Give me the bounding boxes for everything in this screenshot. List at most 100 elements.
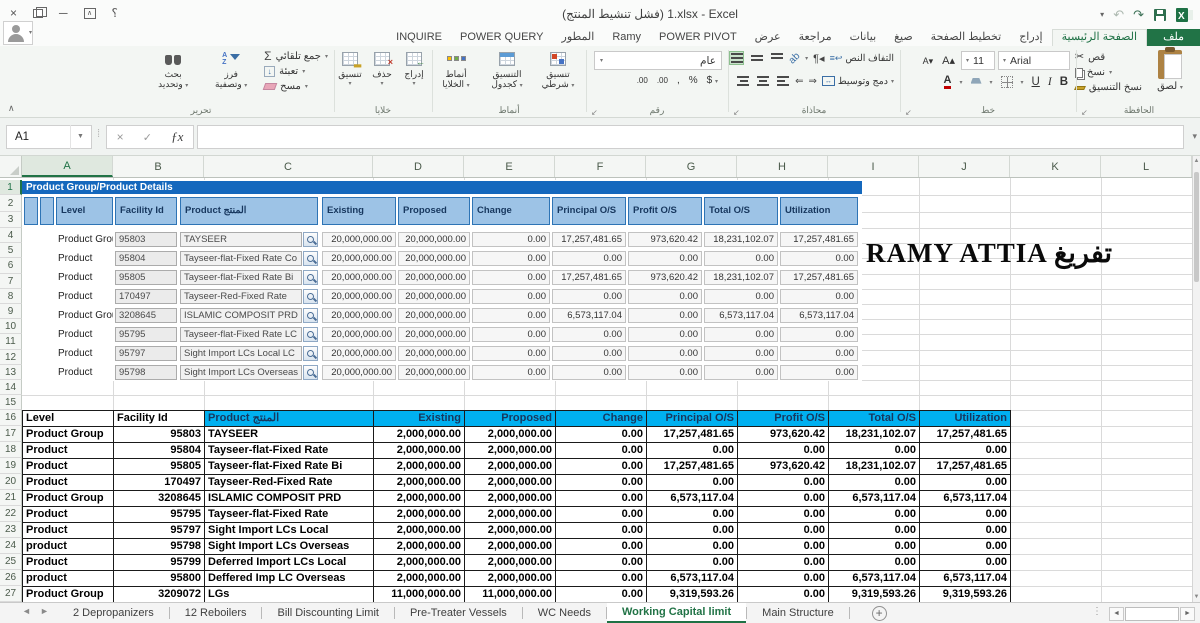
existing-field[interactable]: 20,000,000.00 — [322, 232, 396, 247]
text-direction-icon[interactable]: ¶◂ — [813, 52, 824, 65]
product-field[interactable]: Tayseer-flat-Fixed Rate LC — [180, 327, 302, 342]
ribbon-tab-power-query[interactable]: POWER QUERY — [451, 29, 553, 46]
row-header-5[interactable]: 5 — [0, 243, 22, 258]
ribbon-display-options-icon[interactable]: ∧ — [83, 7, 96, 19]
formula-bar-drag-handle[interactable]: ⁞ — [97, 128, 100, 140]
sheet-tab-bill-discounting-limit[interactable]: Bill Discounting Limit — [262, 603, 393, 623]
italic-button[interactable]: I — [1048, 76, 1052, 88]
table-cell[interactable]: 9,319,593.26 — [829, 587, 920, 602]
table-cell[interactable]: Product — [23, 523, 114, 539]
change-field[interactable]: 0.00 — [472, 289, 550, 304]
horizontal-scrollbar[interactable]: ◄ ► — [1109, 606, 1195, 621]
table-cell[interactable]: Product — [23, 443, 114, 459]
ribbon-tab-formulas[interactable]: صيغ — [885, 29, 922, 46]
bold-button[interactable]: B — [1060, 76, 1068, 88]
table-cell[interactable]: 2,000,000.00 — [465, 475, 556, 491]
scroll-up-icon[interactable]: ▲ — [1193, 158, 1200, 164]
column-header-H[interactable]: H — [737, 156, 828, 177]
column-header-G[interactable]: G — [646, 156, 737, 177]
table-cell[interactable]: 0.00 — [647, 523, 738, 539]
table-cell[interactable]: 2,000,000.00 — [374, 475, 465, 491]
name-box-dropdown-icon[interactable]: ▼ — [70, 125, 90, 149]
fill-button[interactable]: ↓ تعبئة ▾ — [264, 66, 305, 77]
product-field[interactable]: Tayseer-flat-Fixed Rate Bi — [180, 270, 302, 285]
column-header-J[interactable]: J — [919, 156, 1010, 177]
increase-decimal-icon[interactable]: .00 — [637, 76, 648, 85]
redo-icon[interactable]: ↷ — [1133, 7, 1144, 23]
total-os-field[interactable]: 0.00 — [704, 251, 778, 266]
underline-button[interactable]: U — [1032, 76, 1040, 88]
table-cell[interactable]: 0.00 — [556, 587, 647, 602]
existing-field[interactable]: 20,000,000.00 — [322, 308, 396, 323]
existing-field[interactable]: 20,000,000.00 — [322, 327, 396, 342]
proposed-field[interactable]: 20,000,000.00 — [398, 365, 470, 380]
ribbon-tab-ramy[interactable]: Ramy — [603, 29, 650, 46]
align-center-icon[interactable] — [755, 74, 770, 88]
principal-os-field[interactable]: 17,257,481.65 — [552, 232, 626, 247]
existing-field[interactable]: 20,000,000.00 — [322, 365, 396, 380]
table-cell[interactable]: product — [23, 571, 114, 587]
total-os-field[interactable]: 0.00 — [704, 346, 778, 361]
table-cell[interactable]: 0.00 — [920, 555, 1011, 571]
row-header-7[interactable]: 7 — [0, 274, 22, 289]
table-cell[interactable]: 2,000,000.00 — [374, 539, 465, 555]
align-right-icon[interactable] — [735, 74, 750, 88]
product-search-button[interactable] — [303, 289, 318, 304]
table-cell[interactable]: 6,573,117.04 — [920, 571, 1011, 587]
row-header-11[interactable]: 11 — [0, 334, 22, 350]
profit-os-field[interactable]: 0.00 — [628, 289, 702, 304]
table-cell[interactable]: Product — [23, 475, 114, 491]
row-header-1[interactable]: 1 — [0, 180, 22, 195]
column-header-C[interactable]: C — [204, 156, 373, 177]
profit-os-field[interactable]: 973,620.42 — [628, 270, 702, 285]
table-header-5[interactable]: Change — [556, 411, 647, 427]
table-cell[interactable]: 170497 — [114, 475, 205, 491]
align-top-icon[interactable] — [769, 51, 784, 65]
table-cell[interactable]: 11,000,000.00 — [374, 587, 465, 602]
number-format-select[interactable]: ▾ عام — [594, 51, 722, 70]
facility-id-field[interactable]: 95805 — [115, 270, 177, 285]
table-cell[interactable]: 0.00 — [556, 491, 647, 507]
previous-sheet-icon[interactable]: ◄ — [22, 606, 31, 616]
total-os-field[interactable]: 18,231,102.07 — [704, 270, 778, 285]
change-field[interactable]: 0.00 — [472, 346, 550, 361]
ribbon-tab-developer[interactable]: المطور — [553, 29, 604, 46]
align-left-icon[interactable] — [775, 74, 790, 88]
row-header-22[interactable]: 22 — [0, 506, 22, 522]
scroll-left-icon[interactable]: ◄ — [1109, 606, 1124, 621]
profit-os-field[interactable]: 0.00 — [628, 251, 702, 266]
table-cell[interactable]: 95804 — [114, 443, 205, 459]
save-icon[interactable] — [1153, 8, 1167, 22]
decrease-decimal-icon[interactable]: .00 — [657, 76, 668, 85]
table-cell[interactable]: 6,573,117.04 — [829, 491, 920, 507]
utilization-field[interactable]: 0.00 — [780, 346, 858, 361]
row-header-2[interactable]: 2 — [0, 195, 22, 212]
table-cell[interactable]: Product Group — [23, 427, 114, 443]
table-cell[interactable]: 0.00 — [738, 587, 829, 602]
table-cell[interactable]: 2,000,000.00 — [374, 491, 465, 507]
ribbon-tab-review[interactable]: مراجعة — [790, 29, 841, 46]
column-header-K[interactable]: K — [1010, 156, 1101, 177]
font-name-select[interactable]: ▾ Arial — [998, 51, 1070, 70]
table-cell[interactable]: 973,620.42 — [738, 427, 829, 443]
tab-bar-resize-handle[interactable]: ⋮ — [1092, 606, 1102, 617]
product-field[interactable]: Sight Import LCs Overseas — [180, 365, 302, 380]
table-header-6[interactable]: Principal O/S — [647, 411, 738, 427]
table-cell[interactable]: 2,000,000.00 — [465, 427, 556, 443]
table-cell[interactable]: 0.00 — [920, 539, 1011, 555]
product-search-button[interactable] — [303, 270, 318, 285]
utilization-field[interactable]: 0.00 — [780, 365, 858, 380]
table-cell[interactable]: 2,000,000.00 — [374, 523, 465, 539]
sheet-tab-wc-needs[interactable]: WC Needs — [523, 603, 606, 623]
change-field[interactable]: 0.00 — [472, 251, 550, 266]
column-header-F[interactable]: F — [555, 156, 646, 177]
row-header-26[interactable]: 26 — [0, 570, 22, 586]
table-cell[interactable]: Deffered Imp LC Overseas — [205, 571, 374, 587]
table-cell[interactable]: Product Group — [23, 491, 114, 507]
cell-styles-button[interactable]: أنماط الخلايا ▾ — [432, 49, 480, 91]
sheet-tab-12-reboilers[interactable]: 12 Reboilers — [170, 603, 262, 623]
table-cell[interactable]: Sight Import LCs Overseas — [205, 539, 374, 555]
table-cell[interactable]: 3208645 — [114, 491, 205, 507]
change-field[interactable]: 0.00 — [472, 232, 550, 247]
wrap-text-button[interactable]: ≡↩ التفاف النص — [830, 53, 894, 64]
